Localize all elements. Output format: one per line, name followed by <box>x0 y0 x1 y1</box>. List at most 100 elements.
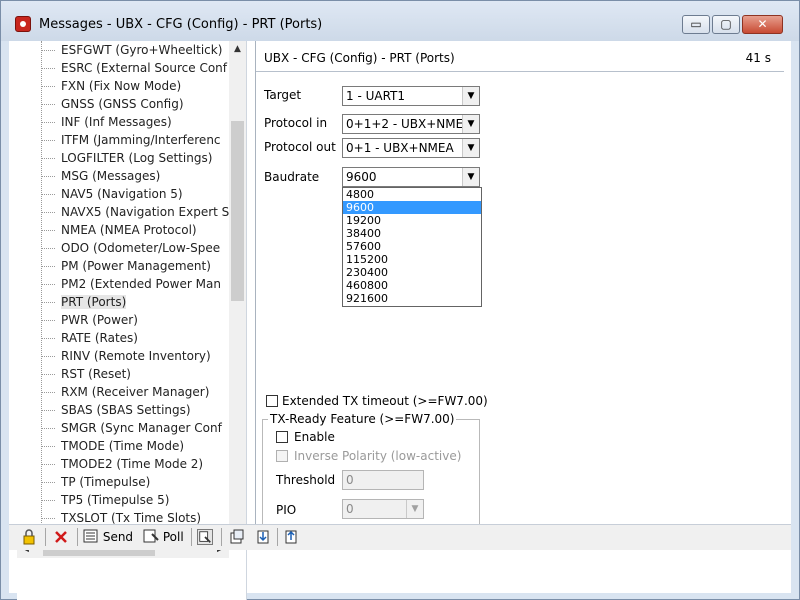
tree-item[interactable]: PM2 (Extended Power Man <box>41 275 221 293</box>
lock-icon[interactable] <box>21 529 37 545</box>
tree-item[interactable]: MSG (Messages) <box>41 167 160 185</box>
close-button[interactable]: ✕ <box>742 15 783 34</box>
target-label: Target <box>264 88 302 102</box>
tree-vertical-scrollbar[interactable]: ▲ ▼ <box>229 41 246 541</box>
baudrate-option[interactable]: 9600 <box>343 201 481 214</box>
baudrate-option[interactable]: 57600 <box>343 240 481 253</box>
tree-item-label: TXSLOT (Tx Time Slots) <box>61 511 202 525</box>
baudrate-select[interactable]: 9600 ▼ <box>342 167 480 187</box>
baudrate-dropdown-list: 4800 9600 19200 38400 57600 115200 230400 46080… <box>342 187 482 307</box>
delete-icon[interactable] <box>53 529 69 545</box>
tree-item-label: GNSS (GNSS Config) <box>61 97 184 111</box>
threshold-input[interactable]: 0 <box>342 470 424 490</box>
poll-icon <box>143 529 159 543</box>
export-icon[interactable] <box>283 529 299 545</box>
tree-connector <box>41 86 55 87</box>
chevron-down-icon[interactable]: ▼ <box>462 115 479 133</box>
chevron-down-icon[interactable]: ▼ <box>462 139 479 157</box>
tree-item[interactable]: RINV (Remote Inventory) <box>41 347 211 365</box>
tx-ready-group-title: TX-Ready Feature (>=FW7.00) <box>268 412 457 426</box>
baudrate-option[interactable]: 460800 <box>343 279 481 292</box>
baudrate-option[interactable]: 38400 <box>343 227 481 240</box>
tree-item-label: ESFGWT (Gyro+Wheeltick) <box>61 43 223 57</box>
import-icon[interactable] <box>255 529 271 545</box>
tree-item[interactable]: TP (Timepulse) <box>41 473 151 491</box>
baudrate-label: Baudrate <box>264 170 320 184</box>
tree-item[interactable]: INF (Inf Messages) <box>41 113 172 131</box>
tree-item-label: ODO (Odometer/Low-Spee <box>61 241 221 255</box>
tree-item-label: TP5 (Timepulse 5) <box>61 493 170 507</box>
tree-item-label: INF (Inf Messages) <box>61 115 172 129</box>
inverse-polarity-checkbox[interactable] <box>276 450 288 462</box>
tx-ready-enable-checkbox[interactable] <box>276 431 288 443</box>
tree-connector <box>41 518 55 519</box>
scroll-thumb[interactable] <box>231 121 244 301</box>
pio-label: PIO <box>276 503 297 517</box>
load-icon[interactable] <box>229 529 245 545</box>
tree-connector <box>41 176 55 177</box>
tree-item-label: SMGR (Sync Manager Conf <box>61 421 222 435</box>
config-panel: UBX - CFG (Config) - PRT (Ports) 41 s Ta… <box>255 41 784 549</box>
protocol-in-select[interactable]: 0+1+2 - UBX+NMEA+R1 ▼ <box>342 114 480 134</box>
poll-button[interactable]: Poll <box>143 527 184 547</box>
protocol-out-select[interactable]: 0+1 - UBX+NMEA ▼ <box>342 138 480 158</box>
tree-item[interactable]: RXM (Receiver Manager) <box>41 383 210 401</box>
title-bar[interactable]: Messages - UBX - CFG (Config) - PRT (Por… <box>1 1 799 41</box>
tree-connector <box>41 500 55 501</box>
tree-item[interactable]: TMODE2 (Time Mode 2) <box>41 455 203 473</box>
scroll-up-arrow-icon[interactable]: ▲ <box>229 41 246 58</box>
chevron-down-icon[interactable]: ▼ <box>462 168 479 186</box>
pio-select[interactable]: 0 ▼ <box>342 499 424 519</box>
tree-item-label: RXM (Receiver Manager) <box>61 385 210 399</box>
tree-item-label: NAV5 (Navigation 5) <box>61 187 183 201</box>
chevron-down-icon[interactable]: ▼ <box>462 87 479 105</box>
tree-item[interactable]: NAVX5 (Navigation Expert S <box>41 203 229 221</box>
threshold-label: Threshold <box>276 473 336 487</box>
messages-window: Messages - UBX - CFG (Config) - PRT (Por… <box>0 0 800 600</box>
tree-item[interactable]: SBAS (SBAS Settings) <box>41 401 191 419</box>
tree-item[interactable]: PM (Power Management) <box>41 257 211 275</box>
protocol-in-label: Protocol in <box>264 116 328 130</box>
tree-connector <box>41 284 55 285</box>
tree-item[interactable]: RST (Reset) <box>41 365 131 383</box>
tree-item[interactable]: ESRC (External Source Conf <box>41 59 227 77</box>
tree-connector <box>41 194 55 195</box>
tree-item[interactable]: RATE (Rates) <box>41 329 138 347</box>
tree-item[interactable]: LOGFILTER (Log Settings) <box>41 149 212 167</box>
tree-item[interactable]: ITFM (Jamming/Interferenc <box>41 131 221 149</box>
extended-tx-timeout-checkbox[interactable] <box>266 395 278 407</box>
send-button[interactable]: Send <box>83 527 133 547</box>
tree-connector <box>41 320 55 321</box>
tree-item[interactable]: TP5 (Timepulse 5) <box>41 491 170 509</box>
tree-item[interactable]: NAV5 (Navigation 5) <box>41 185 183 203</box>
tree-item[interactable]: NMEA (NMEA Protocol) <box>41 221 197 239</box>
auto-poll-icon[interactable] <box>197 529 213 545</box>
tree-item[interactable]: FXN (Fix Now Mode) <box>41 77 182 95</box>
baudrate-option[interactable]: 4800 <box>343 188 481 201</box>
target-select[interactable]: 1 - UART1 ▼ <box>342 86 480 106</box>
tree-connector <box>41 104 55 105</box>
client-area: ESFGWT (Gyro+Wheeltick) ESRC (External So… <box>9 41 791 600</box>
baudrate-option[interactable]: 230400 <box>343 266 481 279</box>
maximize-button[interactable]: ▢ <box>712 15 740 34</box>
chevron-down-icon[interactable]: ▼ <box>406 500 423 518</box>
tree-connector <box>41 122 55 123</box>
baudrate-option[interactable]: 921600 <box>343 292 481 305</box>
tree-item[interactable]: TMODE (Time Mode) <box>41 437 184 455</box>
tree-item[interactable]: PWR (Power) <box>41 311 138 329</box>
baudrate-option[interactable]: 19200 <box>343 214 481 227</box>
minimize-button[interactable]: ▭ <box>682 15 710 34</box>
tree-item[interactable]: ODO (Odometer/Low-Spee <box>41 239 221 257</box>
protocol-in-value: 0+1+2 - UBX+NMEA+R1 <box>346 117 479 131</box>
tree-item-label: FXN (Fix Now Mode) <box>61 79 182 93</box>
baudrate-option[interactable]: 115200 <box>343 253 481 266</box>
toolbar-separator <box>77 528 78 546</box>
tree-item-label: TP (Timepulse) <box>61 475 151 489</box>
tree-item[interactable]: GNSS (GNSS Config) <box>41 95 184 113</box>
tree-item[interactable]: ESFGWT (Gyro+Wheeltick) <box>41 41 223 59</box>
tree-item[interactable]: SMGR (Sync Manager Conf <box>41 419 222 437</box>
tree-item[interactable]: PRT (Ports) <box>41 293 127 311</box>
tree-item-label: SBAS (SBAS Settings) <box>61 403 191 417</box>
tree-connector <box>41 482 55 483</box>
send-label: Send <box>102 530 134 544</box>
